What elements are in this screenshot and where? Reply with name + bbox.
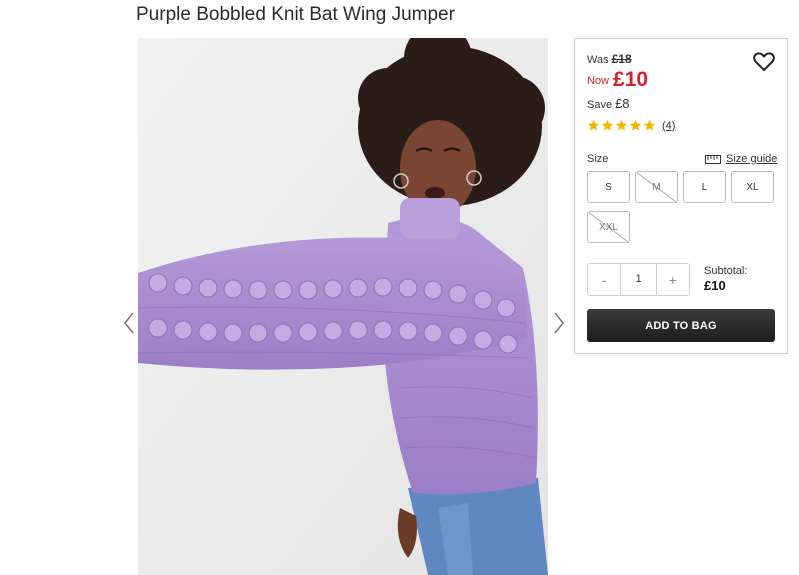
- heart-icon: [753, 52, 775, 71]
- size-option-s[interactable]: S: [587, 171, 630, 203]
- subtotal-value: £10: [704, 278, 726, 293]
- save-row: Save £8: [587, 96, 630, 111]
- size-option-xl[interactable]: XL: [731, 171, 774, 203]
- quantity-increase-button[interactable]: +: [657, 264, 689, 295]
- now-price: £10: [613, 68, 649, 91]
- quantity-decrease-button[interactable]: -: [588, 264, 620, 295]
- subtotal: Subtotal: £10: [704, 265, 747, 293]
- size-guide-label: Size guide: [726, 153, 778, 165]
- size-option-label: XL: [746, 181, 759, 193]
- size-option-xxl[interactable]: XXL: [587, 211, 630, 243]
- was-price-row: Was £18: [587, 52, 632, 66]
- chevron-right-icon: [554, 312, 564, 334]
- ruler-icon: [705, 154, 721, 164]
- size-option-label: L: [701, 181, 708, 193]
- subtotal-label: Subtotal:: [704, 265, 748, 277]
- size-option-m[interactable]: M: [635, 171, 678, 203]
- star-icon: [615, 119, 628, 131]
- save-label: Save: [587, 99, 613, 111]
- star-rating: [587, 119, 657, 132]
- size-guide-link[interactable]: Size guide: [705, 153, 777, 165]
- was-price: £18: [611, 52, 632, 66]
- product-title: Purple Bobbled Knit Bat Wing Jumper: [136, 4, 455, 25]
- was-label: Was: [587, 54, 609, 66]
- size-option-label: XXL: [599, 221, 618, 233]
- product-image[interactable]: [138, 38, 548, 575]
- size-option-label: M: [652, 181, 661, 193]
- quantity-stepper: - 1 +: [587, 263, 690, 296]
- size-option-l[interactable]: L: [683, 171, 726, 203]
- gallery-prev-button[interactable]: [120, 310, 138, 336]
- wishlist-button[interactable]: [753, 52, 775, 72]
- now-label: Now: [587, 75, 610, 87]
- star-icon: [587, 119, 600, 131]
- quantity-input[interactable]: 1: [620, 264, 657, 295]
- save-amount: £8: [615, 96, 630, 111]
- size-option-label: S: [605, 181, 612, 193]
- buy-box: Was £18 Now £10 Save £8 (4) Size Size guide…: [574, 38, 788, 354]
- chevron-left-icon: [124, 312, 134, 334]
- review-count-link[interactable]: (4): [662, 120, 675, 132]
- product-gallery: [120, 38, 572, 575]
- add-to-bag-button[interactable]: ADD TO BAG: [587, 309, 775, 342]
- now-price-row: Now £10: [587, 68, 648, 92]
- rating: (4): [587, 119, 675, 132]
- star-icon: [601, 119, 614, 131]
- gallery-next-button[interactable]: [550, 310, 568, 336]
- size-label: Size: [587, 153, 609, 165]
- star-icon: [643, 119, 656, 131]
- star-icon: [629, 119, 642, 131]
